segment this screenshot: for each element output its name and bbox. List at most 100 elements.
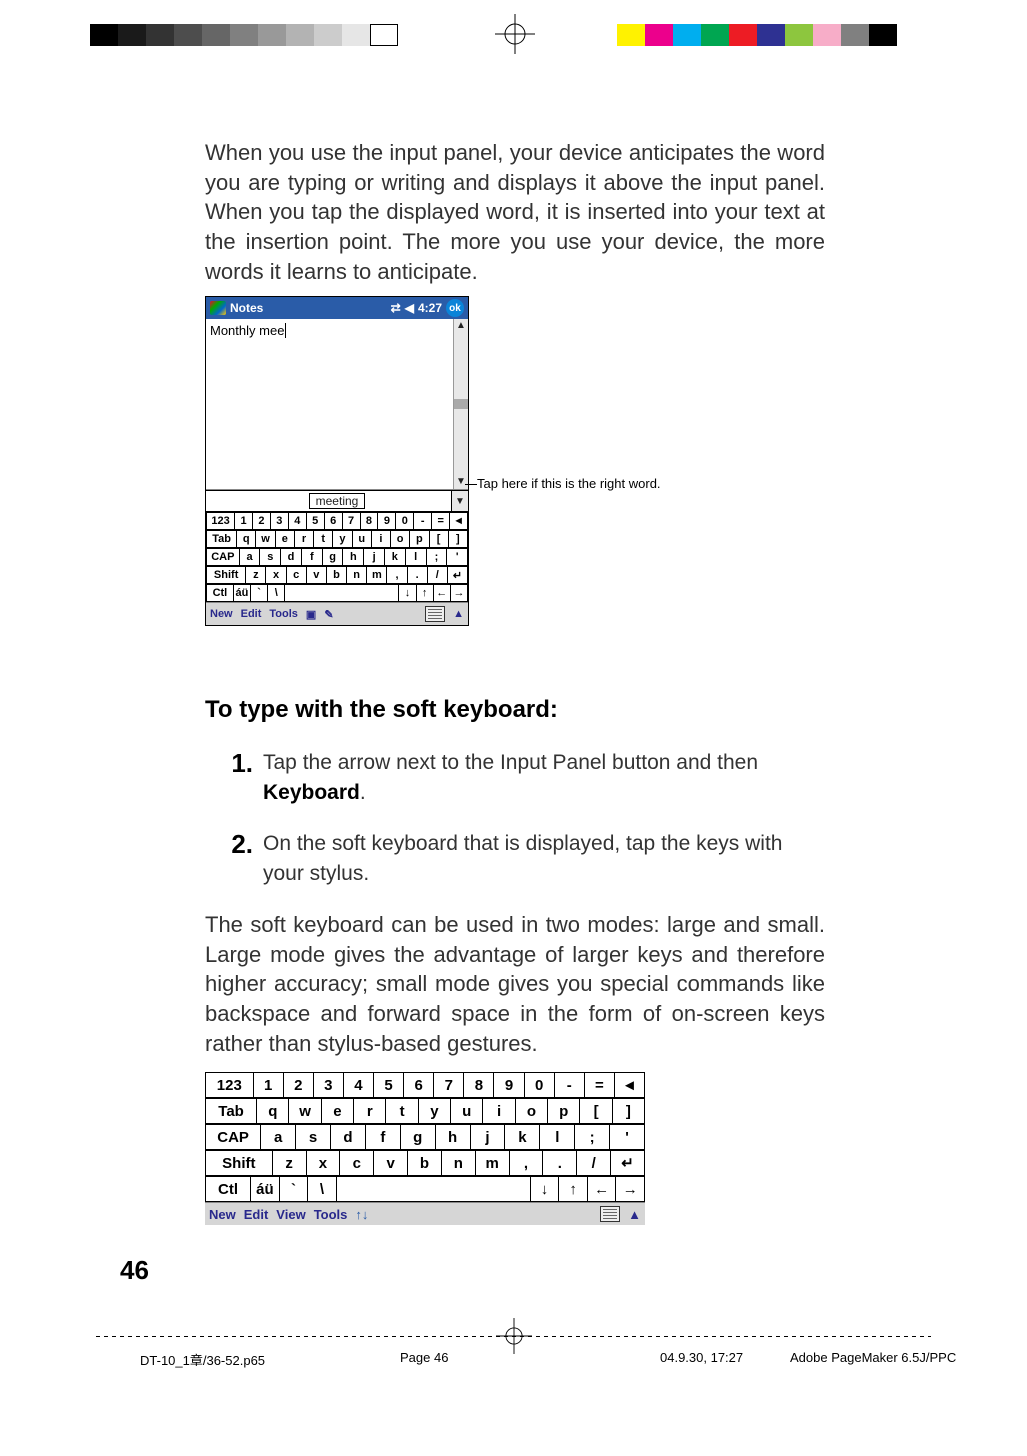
- key-r[interactable]: r: [295, 530, 314, 548]
- key-t[interactable]: t: [386, 1098, 418, 1124]
- key-period[interactable]: .: [543, 1150, 577, 1176]
- key-6[interactable]: 6: [325, 512, 343, 530]
- key-accent[interactable]: áü: [251, 1176, 280, 1202]
- key-p[interactable]: p: [410, 530, 429, 548]
- ok-button[interactable]: ok: [446, 299, 464, 317]
- key-i[interactable]: i: [483, 1098, 515, 1124]
- key-c[interactable]: c: [287, 566, 307, 584]
- key-j[interactable]: j: [364, 548, 385, 566]
- menu-new[interactable]: New: [209, 1207, 236, 1222]
- input-panel-arrow-icon[interactable]: ▲: [628, 1207, 641, 1222]
- menu-new[interactable]: New: [210, 608, 233, 620]
- key-up[interactable]: ↑: [559, 1176, 588, 1202]
- key-e[interactable]: e: [322, 1098, 354, 1124]
- key-slash[interactable]: /: [428, 566, 448, 584]
- key-6[interactable]: 6: [404, 1072, 434, 1098]
- key-123[interactable]: 123: [205, 1072, 254, 1098]
- key-d[interactable]: d: [331, 1124, 366, 1150]
- key-f[interactable]: f: [366, 1124, 401, 1150]
- key-ctl[interactable]: Ctl: [205, 1176, 251, 1202]
- key-semicolon[interactable]: ;: [575, 1124, 610, 1150]
- key-h[interactable]: h: [343, 548, 364, 566]
- key-t[interactable]: t: [314, 530, 333, 548]
- key-u[interactable]: u: [353, 530, 372, 548]
- scroll-down-icon[interactable]: ▼: [456, 475, 466, 489]
- key-rbracket[interactable]: ]: [613, 1098, 645, 1124]
- key-o[interactable]: o: [516, 1098, 548, 1124]
- key-1[interactable]: 1: [235, 512, 253, 530]
- scroll-thumb[interactable]: [454, 399, 468, 409]
- key-tab[interactable]: Tab: [205, 1098, 257, 1124]
- key-s[interactable]: s: [260, 548, 281, 566]
- key-c[interactable]: c: [340, 1150, 374, 1176]
- key-n[interactable]: n: [442, 1150, 476, 1176]
- key-comma[interactable]: ,: [510, 1150, 544, 1176]
- key-quote[interactable]: ': [447, 548, 468, 566]
- key-backspace[interactable]: ◄: [615, 1072, 645, 1098]
- key-9[interactable]: 9: [494, 1072, 524, 1098]
- key-s[interactable]: s: [296, 1124, 331, 1150]
- key-y[interactable]: y: [419, 1098, 451, 1124]
- volume-icon[interactable]: ◀: [405, 301, 414, 315]
- key-a[interactable]: a: [240, 548, 261, 566]
- key-l[interactable]: l: [406, 548, 427, 566]
- key-0[interactable]: 0: [525, 1072, 555, 1098]
- key-q[interactable]: q: [257, 1098, 289, 1124]
- key-f[interactable]: f: [302, 548, 323, 566]
- key-2[interactable]: 2: [253, 512, 271, 530]
- key-5[interactable]: 5: [374, 1072, 404, 1098]
- key-left[interactable]: ←: [434, 584, 451, 602]
- key-x[interactable]: x: [307, 1150, 341, 1176]
- key-4[interactable]: 4: [289, 512, 307, 530]
- key-cap[interactable]: CAP: [205, 1124, 261, 1150]
- suggestion-dropdown-icon[interactable]: ▼: [451, 491, 468, 511]
- key-down[interactable]: ↓: [531, 1176, 560, 1202]
- menu-tools[interactable]: Tools: [314, 1207, 348, 1222]
- key-o[interactable]: o: [391, 530, 410, 548]
- key-space[interactable]: [337, 1176, 531, 1202]
- input-panel-icon[interactable]: [600, 1206, 620, 1222]
- suggested-word[interactable]: meeting: [309, 493, 366, 509]
- key-lbracket[interactable]: [: [580, 1098, 612, 1124]
- key-semicolon[interactable]: ;: [427, 548, 448, 566]
- key-cap[interactable]: CAP: [206, 548, 240, 566]
- key-d[interactable]: d: [281, 548, 302, 566]
- key-v[interactable]: v: [374, 1150, 408, 1176]
- key-grave[interactable]: `: [280, 1176, 309, 1202]
- key-accent[interactable]: áü: [234, 584, 251, 602]
- key-shift[interactable]: Shift: [205, 1150, 273, 1176]
- key-minus[interactable]: -: [555, 1072, 585, 1098]
- clock[interactable]: 4:27: [418, 301, 442, 315]
- key-2[interactable]: 2: [284, 1072, 314, 1098]
- key-k[interactable]: k: [385, 548, 406, 566]
- menu-edit[interactable]: Edit: [241, 608, 262, 620]
- key-rbracket[interactable]: ]: [449, 530, 468, 548]
- key-8[interactable]: 8: [464, 1072, 494, 1098]
- key-7[interactable]: 7: [343, 512, 361, 530]
- key-5[interactable]: 5: [307, 512, 325, 530]
- key-h[interactable]: h: [436, 1124, 471, 1150]
- scrollbar[interactable]: ▲ ▼: [453, 319, 468, 489]
- key-quote[interactable]: ': [610, 1124, 645, 1150]
- key-8[interactable]: 8: [361, 512, 379, 530]
- key-lbracket[interactable]: [: [430, 530, 449, 548]
- key-b[interactable]: b: [327, 566, 347, 584]
- start-flag-icon[interactable]: [210, 301, 226, 315]
- record-icon[interactable]: ▣: [306, 608, 316, 621]
- key-z[interactable]: z: [273, 1150, 307, 1176]
- key-g[interactable]: g: [323, 548, 344, 566]
- key-grave[interactable]: `: [251, 584, 268, 602]
- key-p[interactable]: p: [548, 1098, 580, 1124]
- notes-text-area[interactable]: Monthly mee ▲ ▼: [206, 319, 468, 490]
- key-space[interactable]: [285, 584, 399, 602]
- key-k[interactable]: k: [505, 1124, 540, 1150]
- key-123[interactable]: 123: [206, 512, 235, 530]
- key-a[interactable]: a: [261, 1124, 296, 1150]
- key-period[interactable]: .: [408, 566, 428, 584]
- menu-edit[interactable]: Edit: [244, 1207, 269, 1222]
- input-panel-icon[interactable]: [425, 606, 445, 622]
- key-u[interactable]: u: [451, 1098, 483, 1124]
- key-i[interactable]: i: [372, 530, 391, 548]
- updown-icon[interactable]: ↑↓: [355, 1207, 368, 1222]
- key-1[interactable]: 1: [254, 1072, 284, 1098]
